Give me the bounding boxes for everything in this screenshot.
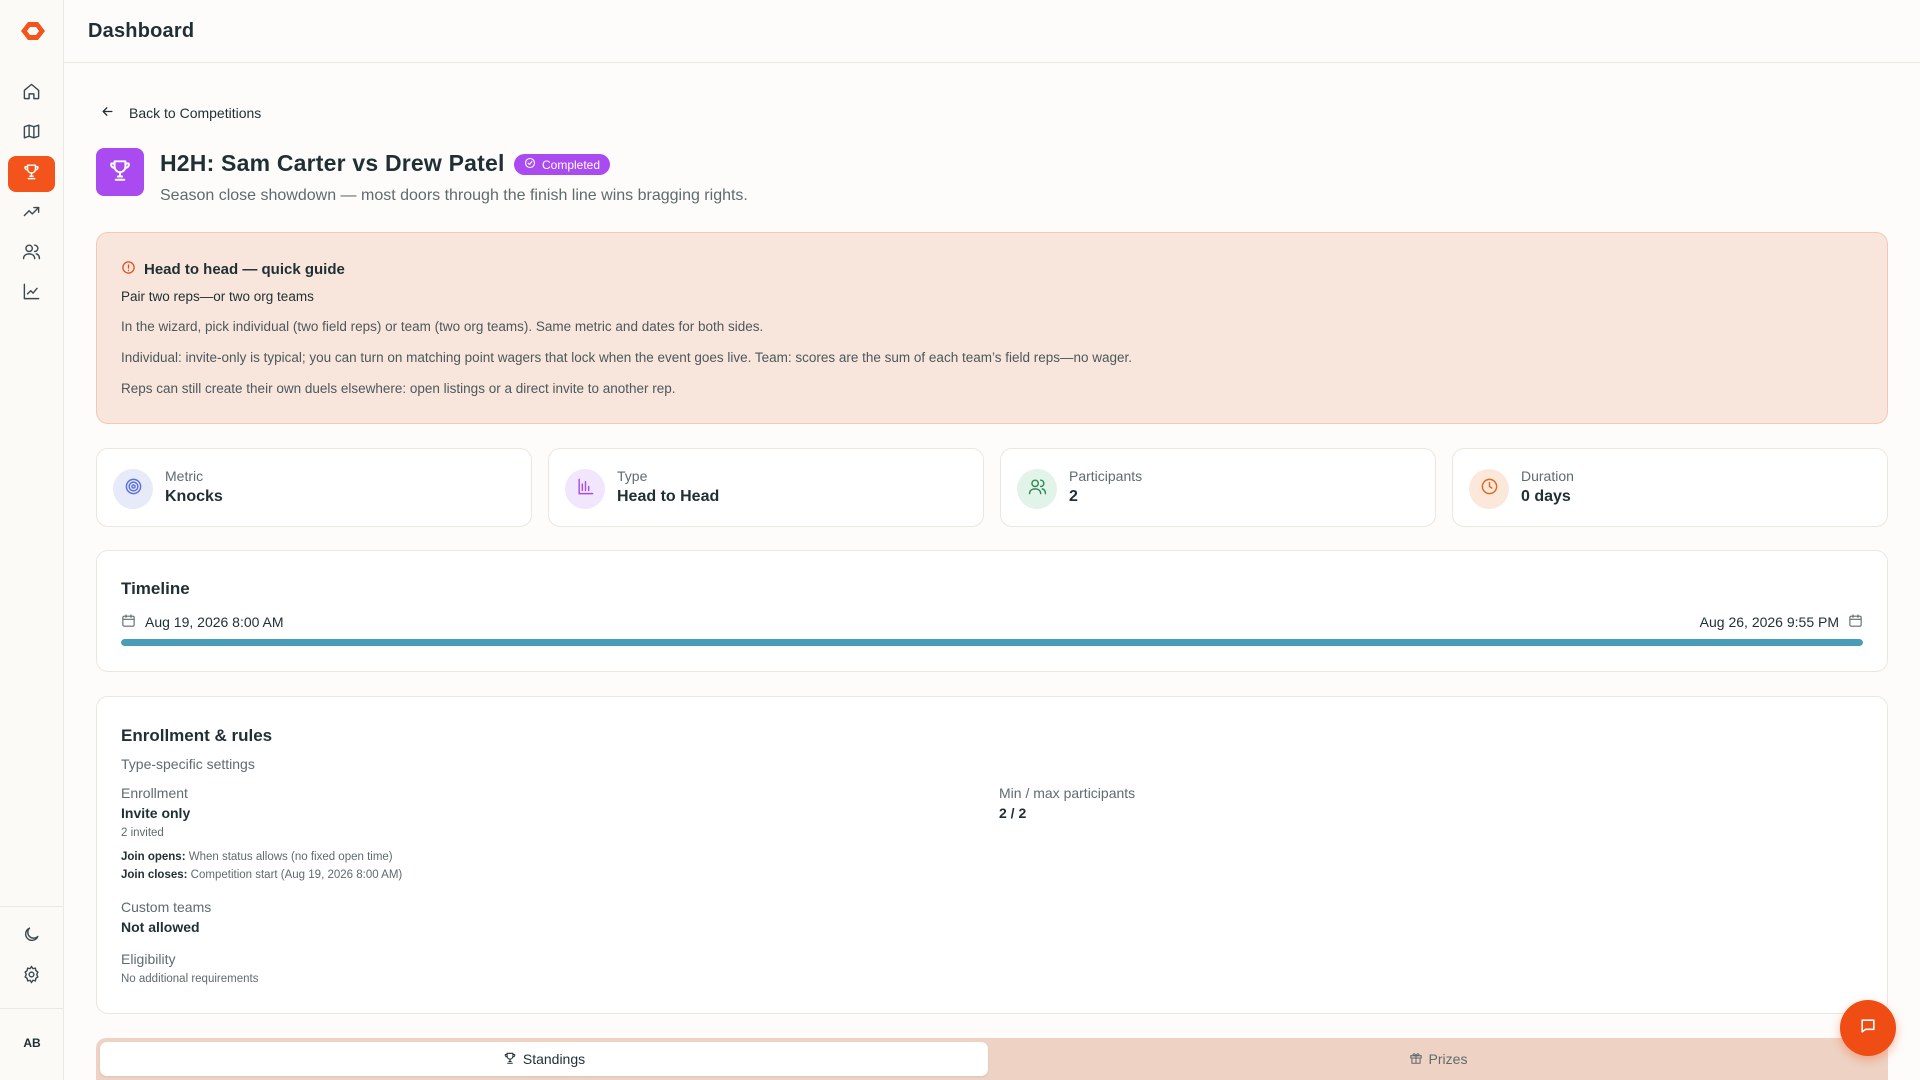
sidebar-item-home[interactable] [8,76,55,112]
check-circle-icon [524,157,536,172]
calendar-icon [121,613,136,631]
stat-icon-wrap [113,469,153,509]
stat-icon-wrap [565,469,605,509]
stat-icon-wrap [1017,469,1057,509]
join-opens-label: Join opens: [121,851,186,863]
join-opens-value: When status allows (no fixed open time) [188,851,393,863]
back-to-competitions-link[interactable]: Back to Competitions [100,104,261,122]
target-icon [124,477,143,501]
timeline-end-label: Aug 26, 2026 9:55 PM [1699,614,1839,630]
avatar[interactable]: AB [12,1028,52,1058]
sidebar-item-users[interactable] [8,236,55,272]
timeline-progress-fill [121,639,1863,646]
sidebar-item-competitions[interactable] [8,156,55,192]
stat-card-duration: Duration 0 days [1452,448,1888,527]
timeline-start: Aug 19, 2026 8:00 AM [121,613,284,631]
tab-prizes[interactable]: Prizes [992,1042,1884,1076]
competition-icon [96,148,144,196]
custom-teams-value: Not allowed [121,919,200,935]
chat-icon [1858,1016,1878,1041]
tab-label: Prizes [1428,1051,1468,1067]
trophy-icon [503,1051,517,1068]
participants-value: 2 / 2 [999,805,1027,821]
trophy-icon [107,157,133,188]
timeline-progress-track [121,639,1863,646]
chat-button[interactable] [1840,1000,1896,1056]
users-icon [22,242,41,266]
info-icon [121,260,136,279]
stat-value: 2 [1069,488,1078,505]
sidebar-item-analytics[interactable] [8,276,55,312]
join-opens: Join opens: When status allows (no fixed… [121,851,393,863]
eligibility-value: No additional requirements [121,973,259,985]
guide-line: In the wizard, pick individual (two fiel… [121,319,764,334]
moon-icon [22,925,41,949]
invited-count: 2 invited [121,827,164,839]
home-icon [22,82,41,106]
sidebar-item-map[interactable] [8,116,55,152]
enrollment-subtitle: Type-specific settings [121,756,255,772]
gear-icon [22,965,41,989]
enrollment-value: Invite only [121,805,191,821]
trending-up-icon [22,202,41,226]
bar-chart-icon [576,477,595,501]
stat-value: Head to Head [617,488,720,505]
enrollment-title: Enrollment & rules [121,726,273,745]
stat-icon-wrap [1469,469,1509,509]
stat-value: Knocks [165,488,223,505]
timeline-end: Aug 26, 2026 9:55 PM [1700,613,1863,631]
timeline-card: Timeline Aug 19, 2026 8:00 AM Aug 26, 20… [96,550,1888,672]
competition-title: H2H: Sam Carter vs Drew Patel [160,150,505,176]
eligibility-label: Eligibility [121,951,176,967]
back-link-label: Back to Competitions [129,105,262,121]
tab-standings[interactable]: Standings [100,1042,988,1076]
settings-button[interactable] [8,959,55,995]
stat-card-type: Type Head to Head [548,448,984,527]
status-label: Completed [542,157,601,172]
guide-title: Head to head — quick guide [144,261,345,278]
sidebar-item-trends[interactable] [8,196,55,232]
sidebar: AB [0,0,64,1080]
join-closes-value: Competition start (Aug 19, 2026 8:00 AM) [190,869,403,881]
custom-teams-label: Custom teams [121,899,212,915]
stat-card-metric: Metric Knocks [96,448,532,527]
stat-label: Duration [1521,468,1574,484]
status-badge: Completed [514,154,611,175]
sidebar-divider [0,1008,64,1009]
quick-guide-panel: Head to head — quick guide Pair two reps… [96,232,1888,424]
timeline-title: Timeline [121,579,190,598]
tab-bar: Standings Prizes [96,1038,1888,1080]
stat-value: 0 days [1521,488,1571,505]
stat-label: Type [617,468,648,484]
tab-label: Standings [522,1051,586,1067]
theme-toggle[interactable] [8,919,55,955]
app-logo[interactable] [20,20,46,42]
join-closes: Join closes: Competition start (Aug 19, … [121,869,402,881]
map-icon [22,122,41,146]
guide-subtitle: Pair two reps—or two org teams [121,289,314,304]
users-icon [1028,477,1047,501]
join-closes-label: Join closes: [121,869,188,881]
guide-line: Individual: invite-only is typical; you … [121,350,1133,365]
competition-subtitle: Season close showdown — most doors throu… [160,187,748,204]
arrow-left-icon [100,104,115,122]
participants-label: Min / max participants [999,785,1136,801]
enrollment-rules-card: Enrollment & rules Type-specific setting… [96,696,1888,1014]
stat-label: Participants [1069,468,1143,484]
guide-line: Reps can still create their own duels el… [121,381,676,396]
stat-card-participants: Participants 2 [1000,448,1436,527]
calendar-icon [1848,613,1863,631]
timeline-start-label: Aug 19, 2026 8:00 AM [145,614,284,630]
sidebar-divider [0,906,64,907]
guide-heading: Head to head — quick guide [121,260,345,279]
page-title: Dashboard [88,20,195,42]
stat-label: Metric [165,468,204,484]
trophy-icon [22,162,41,186]
gift-icon [1409,1051,1423,1068]
enrollment-label: Enrollment [121,785,188,801]
top-header: Dashboard [64,0,1920,63]
line-chart-icon [22,282,41,306]
clock-icon [1480,477,1499,501]
